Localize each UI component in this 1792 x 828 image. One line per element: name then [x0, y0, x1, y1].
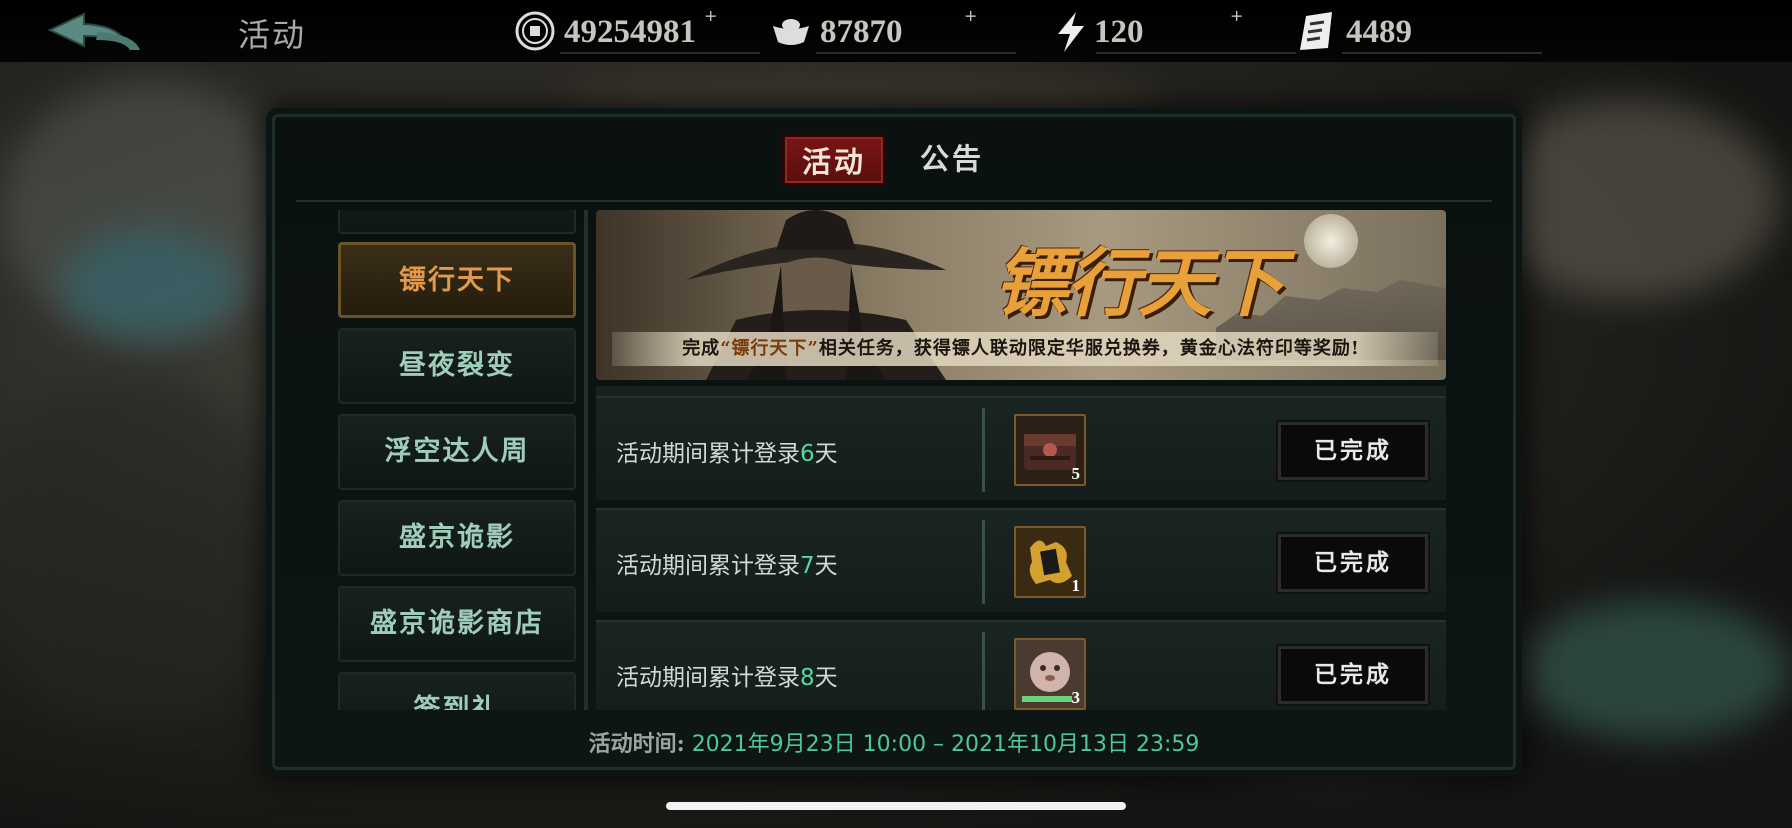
- menu-item-day-night[interactable]: 昼夜裂变: [338, 328, 576, 404]
- activity-menu: 华世同庆商店 镖行天下 昼夜裂变 浮空达人周 盛京诡影 盛京诡影商店 签到礼: [338, 210, 576, 710]
- menu-item-celebration-shop[interactable]: 华世同庆商店: [338, 210, 576, 234]
- ticket-icon: [1300, 12, 1332, 50]
- banner-description: 完成“镖行天下”相关任务，获得镖人联动限定华服兑换券，黄金心法符印等奖励!: [682, 338, 1360, 359]
- event-time-value: 2021年9月23日 10:00 – 2021年10月13日 23:59: [691, 732, 1200, 757]
- energy-value: 120: [1094, 14, 1144, 50]
- banner-title: 镖行天下: [994, 241, 1284, 327]
- home-indicator[interactable]: [666, 802, 1126, 810]
- back-button[interactable]: [44, 10, 144, 54]
- lightning-icon: [1058, 12, 1084, 52]
- add-energy-button[interactable]: +: [1230, 6, 1243, 54]
- completed-button[interactable]: 已完成: [1278, 422, 1428, 480]
- tab-activity[interactable]: 活动: [782, 134, 886, 186]
- reward-item[interactable]: 5: [1014, 414, 1086, 486]
- task-label: 活动期间累计登录8天: [616, 665, 838, 691]
- moon-decoration: [1304, 214, 1358, 268]
- silver-value: 87870: [820, 14, 903, 50]
- silver-ingot-icon: [773, 19, 809, 45]
- menu-item-sign-in[interactable]: 签到礼: [338, 672, 576, 710]
- reward-item[interactable]: 3: [1014, 638, 1086, 710]
- add-silver-button[interactable]: +: [964, 6, 977, 54]
- completed-button[interactable]: 已完成: [1278, 534, 1428, 592]
- top-bar: 活动 49254981 + 87870 + 120 + 4489: [0, 0, 1792, 62]
- menu-item-escort[interactable]: 镖行天下: [338, 242, 576, 318]
- completed-button[interactable]: 已完成: [1278, 646, 1428, 704]
- activity-content: 镖行天下 完成“镖行天下”相关任务，获得镖人联动限定华服兑换券，黄金心法符印等奖…: [596, 210, 1458, 710]
- task-label: 活动期间累计登录6天: [616, 441, 838, 467]
- menu-item-shengjing-shop[interactable]: 盛京诡影商店: [338, 586, 576, 662]
- reward-count: 5: [1071, 464, 1081, 483]
- reward-item[interactable]: 1: [1014, 526, 1086, 598]
- add-coin-button[interactable]: +: [704, 6, 717, 54]
- menu-item-float-week[interactable]: 浮空达人周: [338, 414, 576, 490]
- resource-ticket: 4489: [1296, 6, 1542, 54]
- tab-announcement[interactable]: 公告: [900, 134, 1004, 186]
- task-row: 活动期间累计登录7天 1 已完成: [596, 508, 1446, 612]
- task-row: 活动期间累计登录6天 5 已完成: [596, 396, 1446, 500]
- page-title: 活动: [238, 16, 307, 54]
- back-arrow-icon: [47, 12, 140, 50]
- event-banner: 镖行天下 完成“镖行天下”相关任务，获得镖人联动限定华服兑换券，黄金心法符印等奖…: [596, 210, 1446, 380]
- task-label: 活动期间累计登录7天: [616, 553, 838, 579]
- ticket-value: 4489: [1346, 14, 1412, 50]
- reward-count: 1: [1071, 576, 1081, 595]
- resource-coin: 49254981: [514, 6, 760, 54]
- event-time: 活动时间: 2021年9月23日 10:00 – 2021年10月13日 23:…: [272, 726, 1516, 758]
- activity-panel: 活动 公告 华世同庆商店 镖行天下 昼夜裂变 浮空达人周 盛京诡影 盛京诡影商店…: [272, 114, 1516, 770]
- coin-icon: [515, 11, 555, 51]
- menu-item-shengjing[interactable]: 盛京诡影: [338, 500, 576, 576]
- coin-value: 49254981: [564, 14, 696, 50]
- task-row: 活动期间累计登录8天 3 已完成: [596, 620, 1446, 710]
- event-time-label: 活动时间:: [588, 731, 685, 757]
- reward-count: 3: [1071, 688, 1081, 707]
